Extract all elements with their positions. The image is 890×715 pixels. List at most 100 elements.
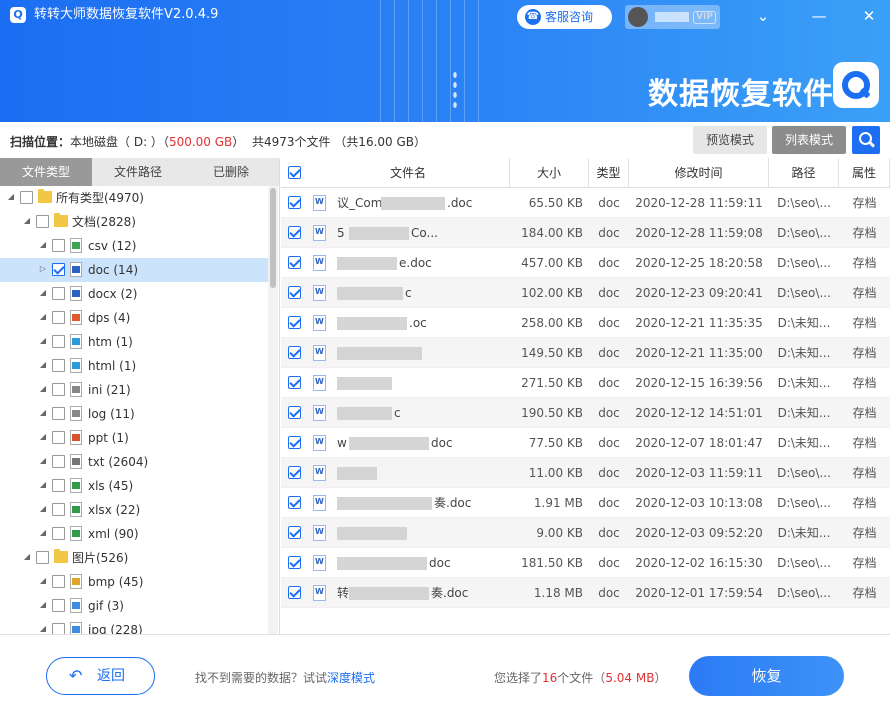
expand-arrow-icon[interactable]: ◢: [38, 456, 48, 466]
row-checkbox[interactable]: [288, 556, 301, 569]
expand-arrow-icon[interactable]: ◢: [38, 360, 48, 370]
table-row[interactable]: 转 奏.doc 1.18 MB doc 2020-12-01 17:59:54 D:\se…: [281, 578, 890, 608]
tree-checkbox[interactable]: [52, 335, 65, 348]
select-all-checkbox[interactable]: [288, 166, 301, 179]
tree-checkbox[interactable]: [20, 191, 33, 204]
tree-node[interactable]: ◢ txt (2604): [0, 450, 268, 474]
expand-arrow-icon[interactable]: ◢: [38, 240, 48, 250]
tree-checkbox[interactable]: [52, 239, 65, 252]
row-checkbox[interactable]: [288, 586, 301, 599]
row-checkbox[interactable]: [288, 436, 301, 449]
col-attr-header[interactable]: 属性: [839, 158, 890, 188]
col-mtime-header[interactable]: 修改时间: [629, 158, 769, 188]
row-checkbox[interactable]: [288, 466, 301, 479]
user-account[interactable]: VIP: [625, 5, 720, 29]
row-checkbox[interactable]: [288, 316, 301, 329]
expand-arrow-icon[interactable]: ▷: [38, 264, 48, 274]
col-path-header[interactable]: 路径: [769, 158, 839, 188]
tree-checkbox[interactable]: [52, 455, 65, 468]
tree-node[interactable]: ◢ xls (45): [0, 474, 268, 498]
tree-checkbox[interactable]: [52, 527, 65, 540]
table-row[interactable]: 149.50 KB doc 2020-12-21 11:35:00 D:\未知... 存…: [281, 338, 890, 368]
row-checkbox[interactable]: [288, 196, 301, 209]
tree-node[interactable]: ◢ html (1): [0, 354, 268, 378]
tree-checkbox[interactable]: [36, 215, 49, 228]
table-row[interactable]: 271.50 KB doc 2020-12-15 16:39:56 D:\未知... 存…: [281, 368, 890, 398]
tree-node[interactable]: ◢ xml (90): [0, 522, 268, 546]
col-filename-header[interactable]: 文件名: [307, 158, 510, 188]
col-size-header[interactable]: 大小: [510, 158, 589, 188]
expand-arrow-icon[interactable]: ◢: [38, 408, 48, 418]
expand-arrow-icon[interactable]: ◢: [38, 528, 48, 538]
tree-node[interactable]: ◢ dps (4): [0, 306, 268, 330]
row-checkbox[interactable]: [288, 496, 301, 509]
tree-node[interactable]: ◢ csv (12): [0, 234, 268, 258]
row-checkbox[interactable]: [288, 376, 301, 389]
table-row[interactable]: doc 181.50 KB doc 2020-12-02 16:15:30 D:\seo…: [281, 548, 890, 578]
tree-checkbox[interactable]: [36, 551, 49, 564]
back-button[interactable]: ↶ 返回: [46, 657, 155, 695]
tree-checkbox[interactable]: [52, 479, 65, 492]
expand-arrow-icon[interactable]: ◢: [38, 480, 48, 490]
table-row[interactable]: 奏.doc 1.91 MB doc 2020-12-03 10:13:08 D:\seo…: [281, 488, 890, 518]
tree-node[interactable]: ◢ xlsx (22): [0, 498, 268, 522]
tree-node[interactable]: ◢ jpg (228): [0, 618, 268, 634]
tree-checkbox[interactable]: [52, 383, 65, 396]
tree-checkbox[interactable]: [52, 575, 65, 588]
minimize-icon[interactable]: —: [808, 5, 830, 27]
tree-node[interactable]: ◢ ppt (1): [0, 426, 268, 450]
tree-scroll-thumb[interactable]: [270, 188, 276, 288]
table-row[interactable]: c 190.50 KB doc 2020-12-12 14:51:01 D:\未知...…: [281, 398, 890, 428]
expand-arrow-icon[interactable]: ◢: [38, 384, 48, 394]
tree-node[interactable]: ◢ ini (21): [0, 378, 268, 402]
chevron-down-icon[interactable]: ⌄: [752, 5, 774, 27]
row-checkbox[interactable]: [288, 406, 301, 419]
tree-node[interactable]: ◢ 所有类型(4970): [0, 186, 268, 210]
expand-arrow-icon[interactable]: ◢: [38, 432, 48, 442]
tree-node[interactable]: ◢ 文档(2828): [0, 210, 268, 234]
expand-arrow-icon[interactable]: ◢: [38, 312, 48, 322]
tree-checkbox[interactable]: [52, 287, 65, 300]
tree-node[interactable]: ◢ docx (2): [0, 282, 268, 306]
tree-checkbox[interactable]: [52, 599, 65, 612]
tree-checkbox[interactable]: [52, 359, 65, 372]
tab-file-type[interactable]: 文件类型: [0, 158, 92, 186]
table-row[interactable]: 5 Co... 184.00 KB doc 2020-12-28 11:59:08 D:\…: [281, 218, 890, 248]
customer-service-button[interactable]: ☎ 客服咨询: [517, 5, 612, 29]
expand-arrow-icon[interactable]: ◢: [38, 576, 48, 586]
table-row[interactable]: 9.00 KB doc 2020-12-03 09:52:20 D:\未知... 存档: [281, 518, 890, 548]
tree-checkbox[interactable]: [52, 263, 65, 276]
table-row[interactable]: .oc 258.00 KB doc 2020-12-21 11:35:35 D:\未知.…: [281, 308, 890, 338]
table-row[interactable]: w doc 77.50 KB doc 2020-12-07 18:01:47 D:\未知.…: [281, 428, 890, 458]
tree-node[interactable]: ▷ doc (14): [0, 258, 268, 282]
tree-node[interactable]: ◢ 图片(526): [0, 546, 268, 570]
expand-arrow-icon[interactable]: ◢: [22, 552, 32, 562]
table-row[interactable]: 11.00 KB doc 2020-12-03 11:59:11 D:\seo\...…: [281, 458, 890, 488]
row-checkbox[interactable]: [288, 286, 301, 299]
tree-checkbox[interactable]: [52, 503, 65, 516]
expand-arrow-icon[interactable]: ◢: [38, 504, 48, 514]
tree-checkbox[interactable]: [52, 311, 65, 324]
tree-scrollbar[interactable]: [268, 186, 278, 634]
expand-arrow-icon[interactable]: ◢: [38, 288, 48, 298]
row-checkbox[interactable]: [288, 226, 301, 239]
expand-arrow-icon[interactable]: ◢: [38, 600, 48, 610]
tree-node[interactable]: ◢ gif (3): [0, 594, 268, 618]
tree-node[interactable]: ◢ bmp (45): [0, 570, 268, 594]
deep-mode-link[interactable]: 深度模式: [327, 671, 375, 685]
expand-arrow-icon[interactable]: ◢: [38, 624, 48, 634]
expand-arrow-icon[interactable]: ◢: [38, 336, 48, 346]
tab-file-path[interactable]: 文件路径: [92, 158, 184, 186]
close-icon[interactable]: ✕: [858, 5, 880, 27]
recover-button[interactable]: 恢复: [689, 656, 844, 696]
preview-mode-button[interactable]: 预览模式: [693, 126, 767, 154]
table-row[interactable]: e.doc 457.00 KB doc 2020-12-25 18:20:58 D:\s…: [281, 248, 890, 278]
table-row[interactable]: 议_Com .doc 65.50 KB doc 2020-12-28 11:59:11 D…: [281, 188, 890, 218]
expand-arrow-icon[interactable]: ◢: [6, 192, 16, 202]
tree-checkbox[interactable]: [52, 407, 65, 420]
tree-node[interactable]: ◢ htm (1): [0, 330, 268, 354]
search-button[interactable]: [852, 126, 880, 154]
tree-checkbox[interactable]: [52, 623, 65, 634]
row-checkbox[interactable]: [288, 256, 301, 269]
row-checkbox[interactable]: [288, 346, 301, 359]
